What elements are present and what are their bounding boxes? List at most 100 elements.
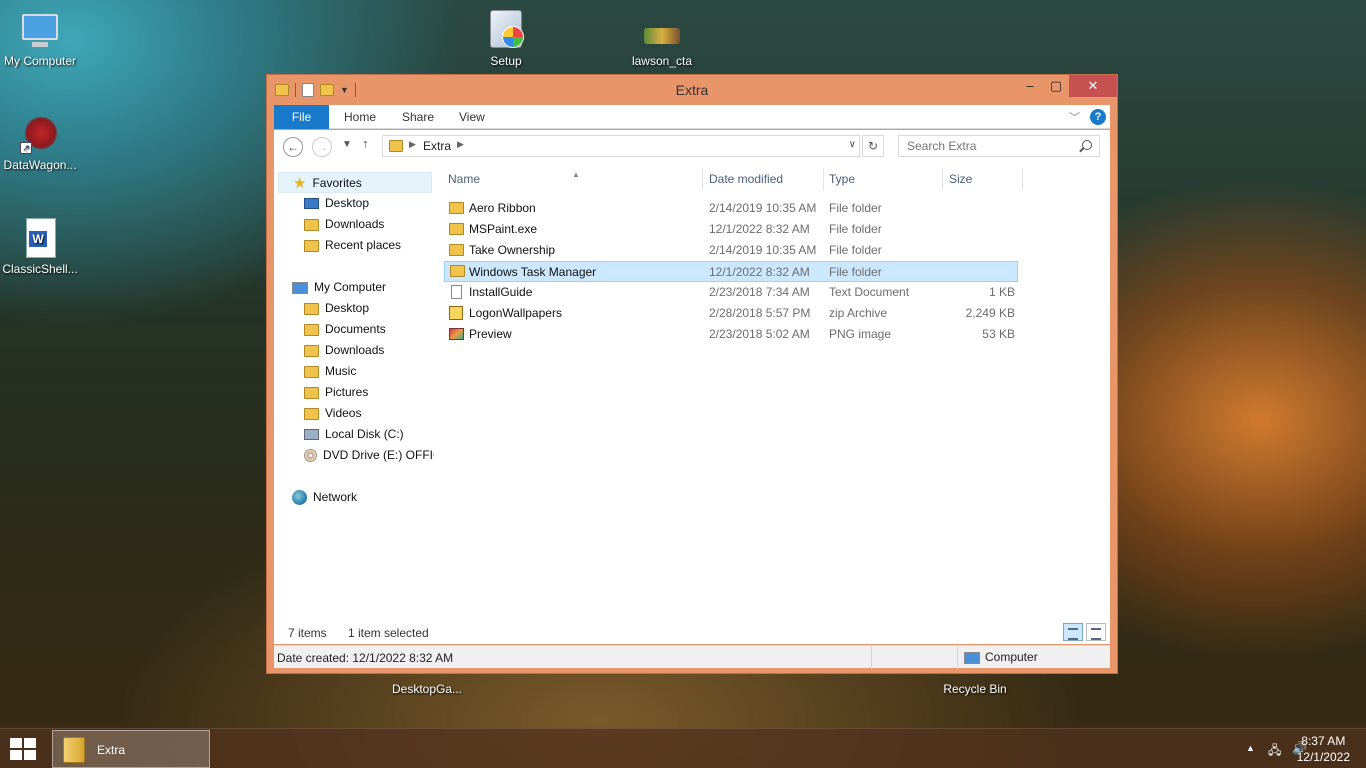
dvd-drive-icon xyxy=(304,449,317,463)
nav-pc-desktop[interactable]: Desktop xyxy=(274,298,434,319)
help-icon[interactable]: ? xyxy=(1090,109,1106,125)
file-type: File folder xyxy=(829,201,882,215)
file-row-selected[interactable]: Windows Task Manager 12/1/2022 8:32 AM F… xyxy=(444,261,1018,282)
forward-button[interactable]: → xyxy=(312,137,332,157)
nav-pc-local-disk[interactable]: Local Disk (C:) xyxy=(274,424,434,445)
column-separator[interactable] xyxy=(702,168,703,190)
file-name: InstallGuide xyxy=(469,285,533,299)
file-row[interactable]: InstallGuide 2/23/2018 7:34 AM Text Docu… xyxy=(444,282,1018,303)
nav-favorites[interactable]: ★ Favorites xyxy=(278,172,432,193)
location-zone: Computer xyxy=(964,650,1038,664)
nav-label: Documents xyxy=(325,322,386,336)
window-title: Extra xyxy=(675,82,709,98)
word-document-icon: W xyxy=(18,216,62,260)
taskbar-app-explorer[interactable]: Extra xyxy=(52,730,210,768)
tab-home[interactable]: Home xyxy=(330,105,390,129)
file-type: File folder xyxy=(829,243,882,257)
nav-pc-music[interactable]: Music xyxy=(274,361,434,382)
minimize-button[interactable]: – xyxy=(1017,75,1043,97)
up-button[interactable]: ↑ xyxy=(362,136,369,151)
taskbar-app-label: Extra xyxy=(97,743,126,757)
nav-fav-recent[interactable]: Recent places xyxy=(274,235,434,256)
details-view-icon[interactable] xyxy=(1063,623,1083,641)
tab-view[interactable]: View xyxy=(445,105,499,129)
nav-pc-dvd-drive[interactable]: DVD Drive (E:) OFFIC xyxy=(274,445,434,466)
recent-locations-icon[interactable]: ▼ xyxy=(342,139,352,150)
refresh-button[interactable]: ↻ xyxy=(862,135,884,157)
file-row[interactable]: MSPaint.exe 12/1/2022 8:32 AM File folde… xyxy=(444,219,1018,240)
network-icon[interactable]: 🖧 xyxy=(1268,741,1281,762)
nav-my-computer[interactable]: My Computer xyxy=(274,277,434,298)
videos-folder-icon xyxy=(304,407,319,420)
address-bar[interactable]: ▶ Extra ▶ ∨ xyxy=(382,135,860,157)
file-name: MSPaint.exe xyxy=(469,222,538,236)
desktop-icon-label: Recycle Bin xyxy=(943,682,1007,696)
back-button[interactable]: ← xyxy=(283,137,303,157)
search-icon[interactable] xyxy=(1082,140,1092,150)
expand-ribbon-icon[interactable]: ﹀ xyxy=(1069,109,1080,125)
column-separator[interactable] xyxy=(1022,168,1023,190)
large-icons-view-icon[interactable] xyxy=(1086,623,1106,641)
address-dropdown-icon[interactable]: ∨ xyxy=(849,139,856,150)
file-size: 53 KB xyxy=(982,327,1015,341)
desktop-folder-icon xyxy=(304,302,319,315)
file-name: Windows Task Manager xyxy=(469,265,597,279)
desktop-icon-my-computer[interactable]: My Computer xyxy=(0,8,80,68)
content-area: ★ Favorites Desktop Downloads Recent plac… xyxy=(274,164,1110,644)
nav-fav-downloads[interactable]: Downloads xyxy=(274,214,434,235)
desktop-icon-classicshell[interactable]: W ClassicShell... xyxy=(0,216,80,276)
desktop-icon-label: ClassicShell... xyxy=(2,262,78,276)
date-created: Date created: 12/1/2022 8:32 AM xyxy=(277,651,454,665)
desktop-icon-datawagon[interactable]: ↗ DataWagon... xyxy=(0,112,80,172)
search-box[interactable] xyxy=(898,135,1100,157)
chevron-right-icon[interactable]: ▶ xyxy=(457,139,464,150)
file-type: zip Archive xyxy=(829,306,888,320)
separator xyxy=(871,646,872,669)
nav-pc-downloads[interactable]: Downloads xyxy=(274,340,434,361)
show-hidden-icons-icon[interactable]: ▲ xyxy=(1246,743,1255,753)
column-label: Type xyxy=(829,172,856,186)
status-bar: 7 items 1 item selected xyxy=(274,620,1110,644)
desktop-icon-label: My Computer xyxy=(3,54,77,68)
nav-pc-videos[interactable]: Videos xyxy=(274,403,434,424)
computer-icon xyxy=(292,281,308,294)
nav-fav-desktop[interactable]: Desktop xyxy=(274,193,434,214)
file-row[interactable]: LogonWallpapers 2/28/2018 5:57 PM zip Ar… xyxy=(444,303,1018,324)
column-type[interactable]: Type xyxy=(829,164,942,194)
file-row[interactable]: Take Ownership 2/14/2019 10:35 AM File f… xyxy=(444,240,1018,261)
separator xyxy=(957,646,958,669)
maximize-button[interactable]: ▢ xyxy=(1043,75,1069,97)
nav-label: Downloads xyxy=(325,217,385,231)
address-path[interactable]: Extra xyxy=(423,139,451,153)
chevron-right-icon[interactable]: ▶ xyxy=(409,139,416,150)
clock[interactable]: 8:37 AM 12/1/2022 xyxy=(1297,733,1350,765)
file-row[interactable]: Preview 2/23/2018 5:02 AM PNG image 53 K… xyxy=(444,324,1018,345)
nav-network[interactable]: Network xyxy=(274,487,434,508)
search-input[interactable] xyxy=(899,136,1069,156)
nav-pc-pictures[interactable]: Pictures xyxy=(274,382,434,403)
column-label: Name xyxy=(448,172,481,186)
folder-icon xyxy=(63,737,85,763)
file-row[interactable]: Aero Ribbon 2/14/2019 10:35 AM File fold… xyxy=(444,198,1018,219)
file-name: Preview xyxy=(469,327,512,341)
desktop-icon-setup[interactable]: Setup xyxy=(466,8,546,68)
nav-label: Local Disk (C:) xyxy=(325,427,404,441)
start-button[interactable] xyxy=(10,738,38,760)
column-size[interactable]: Size xyxy=(949,164,1022,194)
desktop-icon-lawson[interactable]: lawson_cta xyxy=(622,8,702,68)
nav-label: My Computer xyxy=(314,280,387,294)
file-name: Take Ownership xyxy=(469,243,556,257)
column-separator[interactable] xyxy=(823,168,824,190)
desktop-icon xyxy=(304,198,319,210)
column-separator[interactable] xyxy=(942,168,943,190)
title-bar[interactable]: ▼ Extra – ▢ ✕ xyxy=(267,75,1117,105)
nav-pc-documents[interactable]: Documents xyxy=(274,319,434,340)
desktop-icon-desktopga[interactable]: DesktopGa... xyxy=(387,682,467,696)
desktop-icon-recycle-bin[interactable]: Recycle Bin xyxy=(935,682,1015,696)
column-name[interactable]: Name ▲ xyxy=(448,164,702,194)
close-button[interactable]: ✕ xyxy=(1069,75,1117,97)
tab-file[interactable]: File xyxy=(274,105,329,129)
tab-share[interactable]: Share xyxy=(388,105,448,129)
column-date-modified[interactable]: Date modified xyxy=(709,164,823,194)
desktop-icon-label: lawson_cta xyxy=(631,54,693,68)
